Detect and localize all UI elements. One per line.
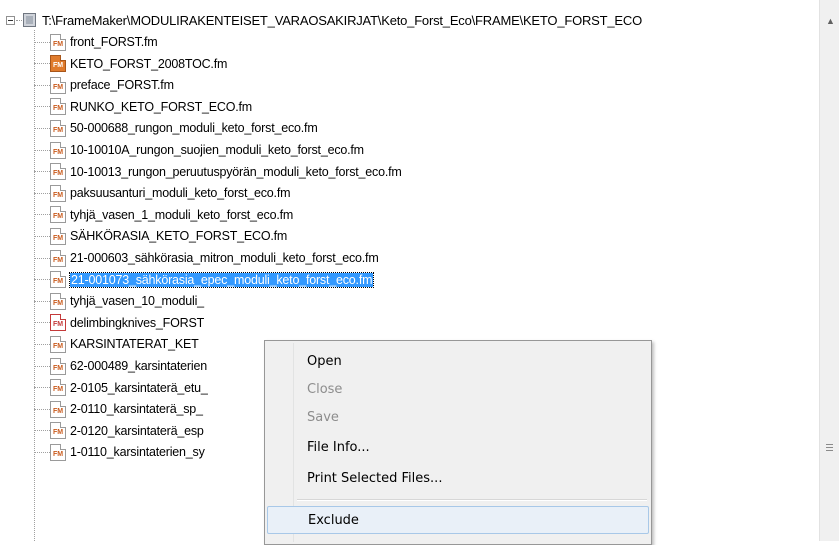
fm-document-icon: FM — [50, 249, 66, 267]
file-label: 50-000688_rungon_moduli_keto_forst_eco.f… — [70, 121, 318, 136]
fm-document-red-icon: FM — [50, 314, 66, 332]
fm-document-icon: FM — [50, 76, 66, 94]
tree-file-row[interactable]: FM 2-0110_karsintaterä_sp_ — [34, 399, 203, 419]
fm-document-icon: FM — [50, 443, 66, 461]
tree-file-row[interactable]: FM 10-10013_rungon_peruutuspyörän_moduli_… — [34, 162, 402, 182]
file-label: 21-000603_sähkörasia_mitron_moduli_keto_… — [70, 251, 379, 265]
tree-file-row[interactable]: FM 2-0120_karsintaterä_esp — [34, 421, 204, 441]
fm-document-icon: FM — [50, 206, 66, 224]
file-label: 2-0120_karsintaterä_esp — [70, 423, 204, 438]
file-label: 10-10010A_rungon_suojien_moduli_keto_for… — [70, 143, 364, 157]
menu-item-file-info[interactable]: File Info... — [267, 433, 649, 461]
file-label: SÄHKÖRASIA_KETO_FORST_ECO.fm — [70, 229, 288, 244]
tree-file-row[interactable]: FM front_FORST.fm — [34, 32, 158, 52]
scroll-up-arrow-icon[interactable]: ▲ — [826, 16, 835, 26]
tree-file-row[interactable]: FM 50-000688_rungon_moduli_keto_forst_eco… — [34, 118, 318, 138]
selected-file-label: 21-001073_sähkörasia_epec_moduli_keto_fo… — [68, 271, 375, 288]
tree-file-row[interactable]: FM tyhjä_vasen_10_moduli_ — [34, 291, 204, 311]
tree-file-row[interactable]: FM delimbingknives_FORST — [34, 313, 204, 333]
book-root-row[interactable]: T:\FrameMaker\MODULIRAKENTEISET_VARAOSAK… — [6, 10, 642, 30]
collapse-toggle-icon[interactable] — [6, 15, 15, 25]
fm-document-icon: FM — [50, 400, 66, 418]
fm-document-icon: FM — [50, 119, 66, 137]
tree-file-row[interactable]: FM RUNKO_KETO_FORST_ECO.fm — [34, 97, 252, 117]
fm-document-icon: FM — [50, 184, 66, 202]
tree-file-row[interactable]: FM 1-0110_karsintaterien_sy — [34, 442, 205, 462]
fm-document-icon: FM — [50, 292, 66, 310]
file-label: 2-0105_karsintaterä_etu_ — [70, 380, 208, 395]
menu-item-close[interactable]: Close — [267, 375, 649, 403]
tree-file-row[interactable]: FM 21-001073_sähkörasia_epec_moduli_keto_… — [34, 270, 375, 290]
book-icon — [23, 13, 36, 27]
tree-file-row[interactable]: FM paksuusanturi_moduli_keto_forst_eco.fm — [34, 183, 291, 203]
file-label: RUNKO_KETO_FORST_ECO.fm — [70, 99, 253, 114]
fm-document-icon: FM — [50, 357, 66, 375]
menu-item-print-selected-files[interactable]: Print Selected Files... — [267, 464, 649, 492]
book-root-path: T:\FrameMaker\MODULIRAKENTEISET_VARAOSAK… — [42, 12, 642, 28]
fm-document-icon: FM — [50, 335, 66, 353]
fm-document-icon: FM — [50, 422, 66, 440]
tree-file-row[interactable]: FM 21-000603_sähkörasia_mitron_moduli_ket… — [34, 248, 379, 268]
file-label: tyhjä_vasen_1_moduli_keto_forst_eco.fm — [70, 207, 294, 222]
context-menu: Open Close Save File Info... Print Selec… — [264, 340, 652, 545]
fm-document-icon: FM — [50, 141, 66, 159]
menu-item-save[interactable]: Save — [267, 403, 649, 431]
vertical-scrollbar[interactable]: ▲ — [819, 0, 839, 541]
fm-document-icon: FM — [50, 33, 66, 51]
scroll-thumb-grip-icon[interactable] — [826, 444, 833, 453]
menu-separator — [297, 499, 647, 501]
tree-file-row[interactable]: FM SÄHKÖRASIA_KETO_FORST_ECO.fm — [34, 226, 287, 246]
fm-document-icon: FM — [50, 163, 66, 181]
tree-file-row[interactable]: FM 10-10010A_rungon_suojien_moduli_keto_f… — [34, 140, 364, 160]
tree-file-row[interactable]: FM KARSINTATERAT_KET — [34, 334, 199, 354]
file-label: front_FORST.fm — [70, 35, 158, 49]
fm-document-icon: FM — [50, 227, 66, 245]
fm-document-icon: FM — [50, 98, 66, 116]
file-label: KARSINTATERAT_KET — [70, 337, 199, 352]
file-label: delimbingknives_FORST — [70, 315, 205, 330]
fm-document-icon: FM — [50, 379, 66, 397]
file-label: 2-0110_karsintaterä_sp_ — [70, 402, 203, 417]
file-label: KETO_FORST_2008TOC.fm — [70, 56, 228, 71]
menu-item-open[interactable]: Open — [267, 347, 649, 375]
file-label: preface_FORST.fm — [70, 78, 174, 93]
file-label: 1-0110_karsintaterien_sy — [70, 445, 205, 460]
tree-file-row[interactable]: FM preface_FORST.fm — [34, 75, 174, 95]
tree-file-row[interactable]: FM KETO_FORST_2008TOC.fm — [34, 54, 227, 74]
file-label: paksuusanturi_moduli_keto_forst_eco.fm — [70, 186, 291, 201]
tree-file-row[interactable]: FM tyhjä_vasen_1_moduli_keto_forst_eco.fm — [34, 205, 293, 225]
fm-document-icon: FM — [50, 271, 66, 289]
file-label: 62-000489_karsintaterien — [70, 359, 207, 373]
fm-toc-icon: FM — [50, 55, 66, 73]
file-label: 10-10013_rungon_peruutuspyörän_moduli_ke… — [70, 164, 402, 179]
menu-item-exclude[interactable]: Exclude — [267, 506, 649, 534]
tree-file-row[interactable]: FM 2-0105_karsintaterä_etu_ — [34, 378, 208, 398]
tree-file-row[interactable]: FM 62-000489_karsintaterien — [34, 356, 207, 376]
file-label: tyhjä_vasen_10_moduli_ — [70, 294, 204, 309]
